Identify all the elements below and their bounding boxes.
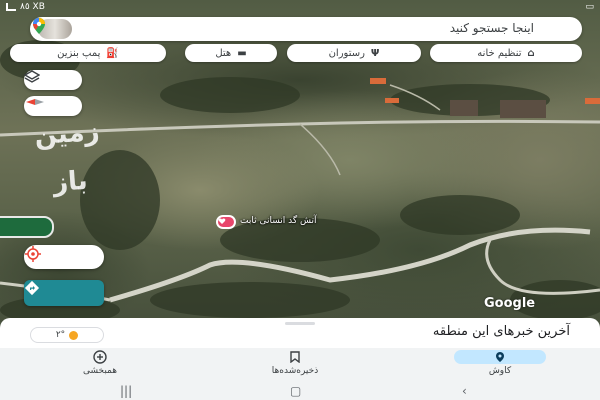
chip-restaurant[interactable]: Ψ رستوران (287, 44, 421, 62)
bottom-navigation: کاوش ذخیره‌شده‌ها همبخشی (0, 348, 600, 380)
status-text: ٨٥ XB (20, 2, 45, 12)
sun-icon (69, 330, 79, 340)
sports-field (0, 216, 54, 238)
search-input[interactable]: اینجا جستجو کنید (450, 21, 534, 35)
nav-explore[interactable]: کاوش (450, 350, 550, 380)
status-bar: ٨٥ XB ▭ (0, 0, 600, 14)
battery-icon: ▭ (585, 2, 594, 12)
nav-saved-label: ذخیره‌شده‌ها (271, 366, 319, 376)
add-circle-icon (93, 350, 107, 364)
location-pin-icon (496, 352, 504, 362)
chip-hotel[interactable]: ▬ هتل (185, 44, 277, 62)
bookmark-icon (290, 351, 300, 363)
drag-handle[interactable] (285, 322, 315, 325)
heart-icon (218, 218, 226, 224)
chip-label: رستوران (328, 47, 365, 59)
home-button-icon[interactable]: ▢ (290, 384, 301, 398)
search-bar[interactable]: اینجا جستجو کنید (30, 17, 582, 41)
system-navigation-bar: ||| ▢ ‹ (0, 380, 600, 400)
weather-temp: ۲° (55, 330, 66, 340)
weather-chip[interactable]: ۲° (30, 327, 104, 343)
recent-apps-icon[interactable]: ||| (120, 384, 132, 398)
home-icon: ⌂ (527, 47, 535, 59)
maps-logo-icon (33, 18, 45, 34)
gas-station-icon: ⛽ (106, 47, 119, 59)
nav-contribute-label: همبخشی (82, 366, 117, 376)
restaurant-icon: Ψ (370, 47, 380, 59)
nav-explore-label: کاوش (488, 366, 512, 376)
directions-button[interactable] (24, 280, 104, 306)
back-icon[interactable]: ‹ (462, 384, 467, 398)
compass-icon (26, 99, 44, 105)
chip-set-home[interactable]: ⌂ تنظیم خانه (430, 44, 582, 62)
chip-label: هتل (215, 47, 232, 59)
place-marker[interactable] (216, 215, 236, 229)
chip-label: پمپ بنزین (57, 47, 101, 59)
sheet-title: آخرین خبرهای این منطقه (432, 324, 570, 339)
satellite-map[interactable]: ٨٥ XB ▭ اینجا جستجو کنید ⌂ تنظیم خانه Ψ … (0, 0, 600, 322)
layers-icon (24, 70, 40, 83)
bottom-sheet[interactable]: ۲° آخرین خبرهای این منطقه (0, 318, 600, 348)
crosshair-icon (25, 246, 41, 262)
watermark-logo: زمین باز (33, 116, 101, 199)
nav-saved[interactable]: ذخیره‌شده‌ها (245, 350, 345, 380)
chip-label: تنظیم خانه (477, 47, 522, 59)
google-wordmark: Google (484, 296, 536, 311)
directions-icon (24, 280, 40, 296)
layers-button[interactable] (24, 70, 82, 90)
my-location-button[interactable] (24, 245, 104, 269)
signal-icon (6, 3, 16, 11)
hotel-icon: ▬ (237, 47, 247, 59)
place-label[interactable]: آتش گد انسانی ثابت (240, 216, 316, 226)
chip-gas-station[interactable]: ⛽ پمپ بنزین (10, 44, 166, 62)
nav-contribute[interactable]: همبخشی (50, 350, 150, 380)
